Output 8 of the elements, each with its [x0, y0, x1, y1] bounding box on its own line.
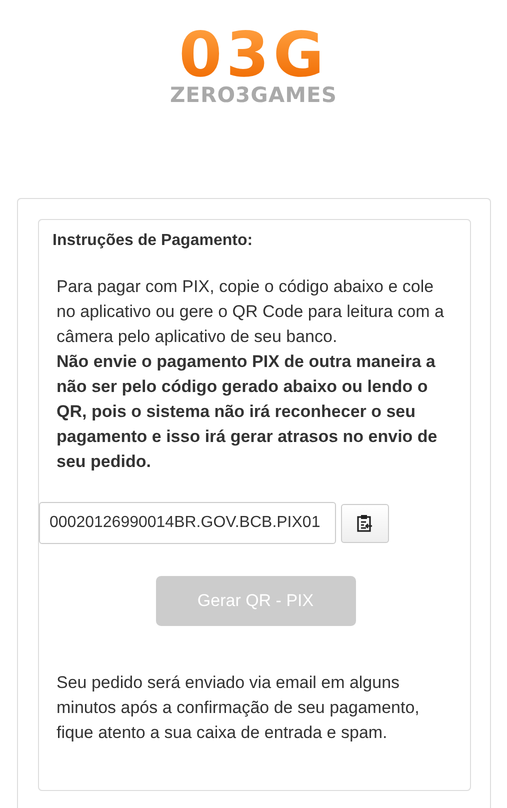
- copy-button[interactable]: [340, 504, 388, 542]
- warning-text: Não envie o pagamento PIX de outra maneira a não ser pelo código gerado abaixo ou lendo o QR, pois o sistema não irá reconhecer o seu pagamento e isso irá gerar atrasos no envio de seu pedido.: [56, 351, 438, 473]
- instructions-text: Para pagar com PIX, copie o código abaixo e cole no aplicativo ou gere o QR Code para leitura com a câmera pelo aplicativo de seu banco.: [56, 276, 445, 348]
- pix-code-field[interactable]: 00020126990014BR.GOV.BCB.PIX01: [38, 502, 336, 544]
- panel-title: Instruções de Pagamento:: [52, 231, 254, 251]
- footer-note: Seu pedido será enviado via email em alguns minutos após a confirmação de seu pagamento, fique atento a sua caixa de entrada e spam.: [56, 672, 420, 744]
- logo-wordmark: ZERO3GAMES: [170, 84, 338, 106]
- clipboard-icon: [356, 514, 372, 532]
